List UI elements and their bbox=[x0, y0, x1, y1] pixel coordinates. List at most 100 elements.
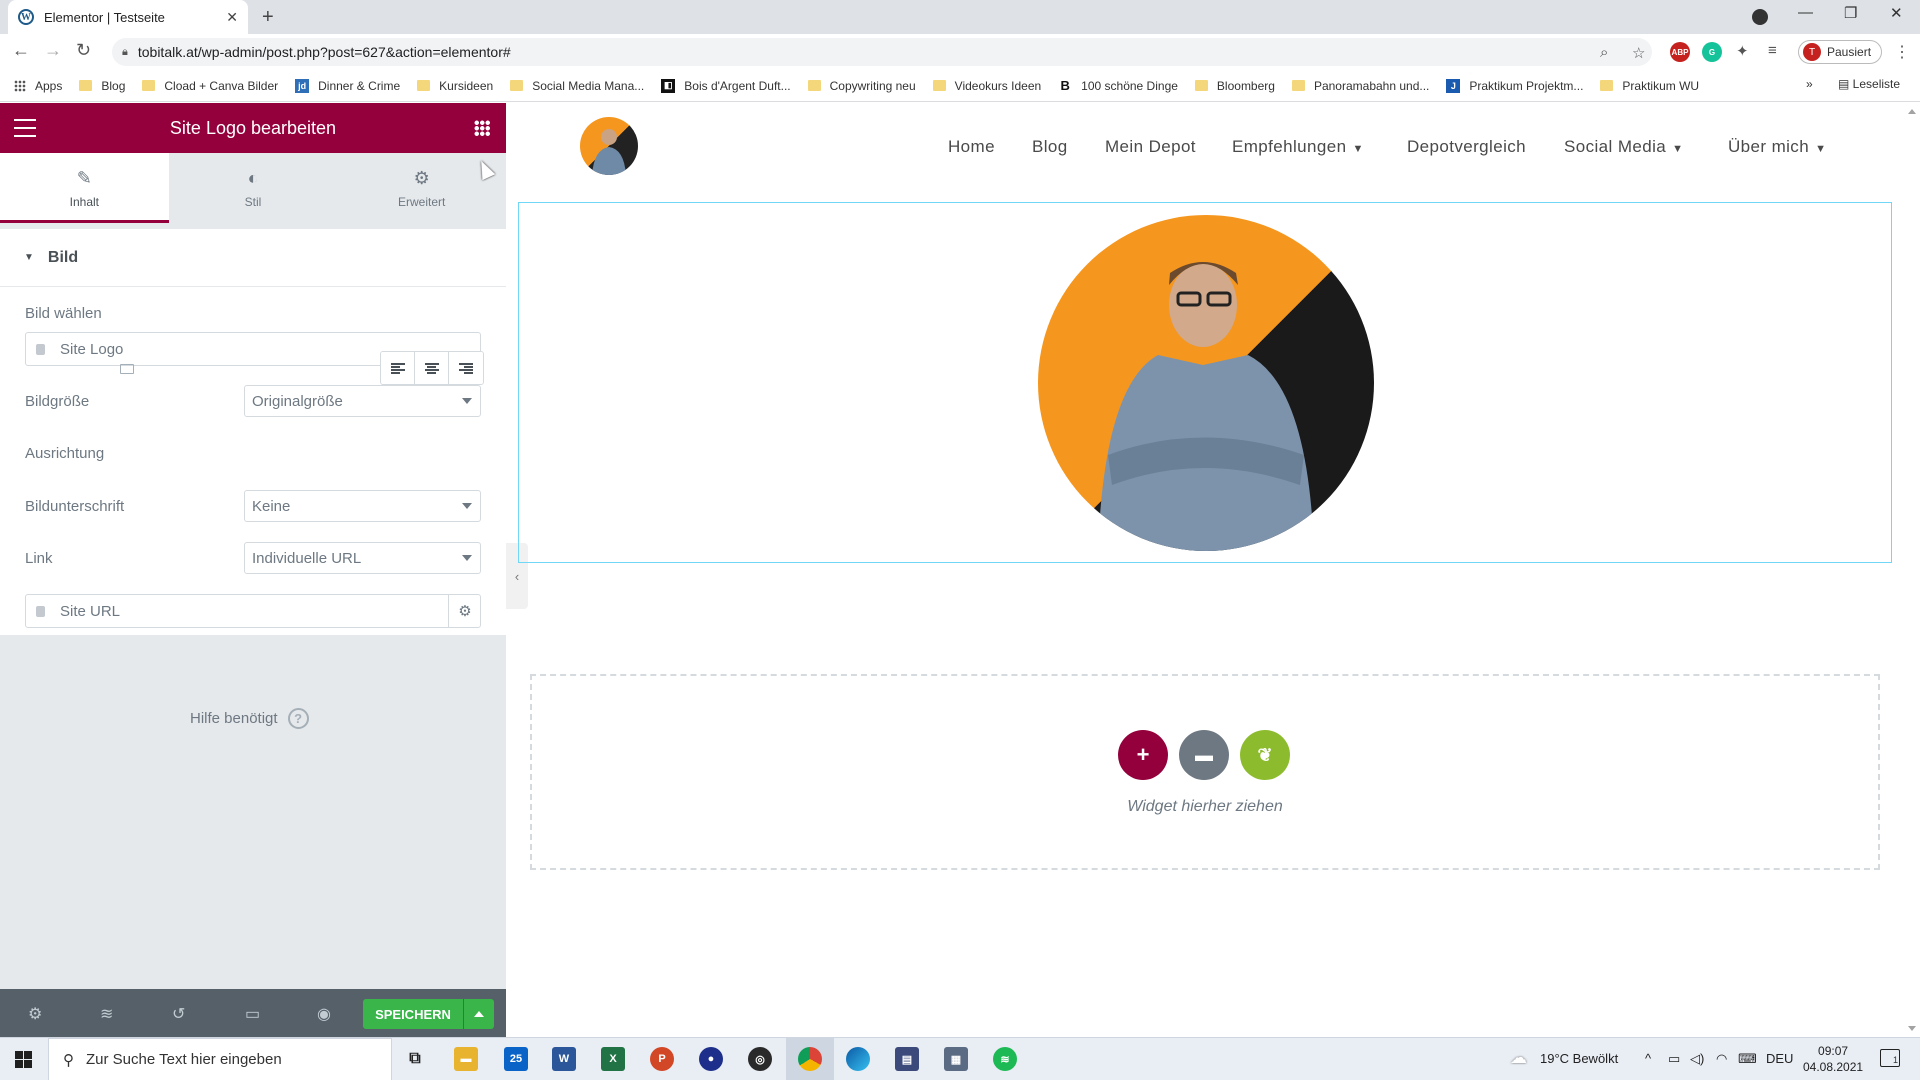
tab-inhalt[interactable]: ✎ Inhalt bbox=[0, 153, 169, 223]
align-center-button[interactable] bbox=[415, 352, 449, 384]
zoom-icon[interactable]: ⌕ bbox=[1600, 44, 1608, 61]
preview-scrollbar[interactable] bbox=[1903, 103, 1920, 1037]
bookmark-item[interactable]: Bloomberg bbox=[1194, 79, 1275, 93]
address-bar[interactable]: 🔒︎ tobitalk.at/wp-admin/post.php?post=62… bbox=[112, 38, 1652, 66]
nav-mein-depot[interactable]: Mein Depot bbox=[1105, 137, 1196, 157]
bookmark-item[interactable]: ◧ Bois d'Argent Duft... bbox=[661, 78, 791, 93]
nav-home[interactable]: Home bbox=[948, 137, 995, 157]
excel-icon[interactable]: X bbox=[601, 1047, 625, 1071]
close-window-button[interactable]: ✕ bbox=[1890, 4, 1903, 22]
bookmark-star-icon[interactable]: ☆ bbox=[1632, 44, 1645, 62]
bookmark-item[interactable]: Blog bbox=[79, 79, 125, 93]
history-icon[interactable]: ↺ bbox=[172, 1004, 185, 1024]
bookmark-item[interactable]: Videokurs Ideen bbox=[932, 79, 1041, 93]
new-tab-button[interactable]: + bbox=[262, 6, 274, 29]
scroll-down-icon[interactable] bbox=[1908, 1026, 1916, 1031]
image-size-select[interactable]: Originalgröße bbox=[244, 385, 481, 417]
navigator-layers-icon[interactable]: ≋ bbox=[100, 1004, 113, 1024]
wifi-icon[interactable]: ◠ bbox=[1716, 1051, 1727, 1067]
reading-list-button[interactable]: ▤ Leseliste bbox=[1838, 77, 1900, 91]
back-button[interactable]: ← bbox=[12, 40, 30, 61]
keyboard-icon[interactable]: ⌨ bbox=[1738, 1051, 1757, 1067]
bookmark-apps[interactable]: Apps bbox=[14, 79, 62, 93]
nav-empfehlungen[interactable]: Empfehlungen ▼ bbox=[1232, 137, 1364, 157]
envato-kit-button[interactable]: ❦ bbox=[1240, 730, 1290, 780]
powerpoint-icon[interactable]: P bbox=[650, 1047, 674, 1071]
lock-icon[interactable]: 🔒︎ bbox=[122, 46, 128, 59]
section-bild-toggle[interactable]: ▼ Bild bbox=[0, 229, 506, 287]
scroll-up-icon[interactable] bbox=[1908, 109, 1916, 114]
spotify-icon[interactable]: ≋ bbox=[993, 1047, 1017, 1071]
bookmark-item[interactable]: Cload + Canva Bilder bbox=[142, 79, 278, 93]
align-left-button[interactable] bbox=[381, 352, 415, 384]
cloud-weather-icon[interactable]: ☁ bbox=[1510, 1048, 1527, 1068]
add-section-button[interactable]: + bbox=[1118, 730, 1168, 780]
tab-stil[interactable]: ◐ Stil bbox=[168, 153, 338, 223]
bookmark-item[interactable]: Panoramabahn und... bbox=[1291, 79, 1429, 93]
save-options-button[interactable] bbox=[464, 999, 494, 1029]
clock[interactable]: 09:07 04.08.2021 bbox=[1803, 1043, 1863, 1075]
more-bookmarks-icon[interactable]: » bbox=[1806, 77, 1813, 91]
tab-search-icon[interactable] bbox=[1752, 9, 1768, 25]
bookmark-item[interactable]: Social Media Mana... bbox=[510, 79, 644, 93]
save-button[interactable]: SPEICHERN bbox=[363, 999, 463, 1029]
bookmark-item[interactable]: jd Dinner & Crime bbox=[295, 78, 400, 93]
app-orange-icon[interactable]: ● bbox=[699, 1047, 723, 1071]
nav-social-media[interactable]: Social Media ▼ bbox=[1564, 137, 1683, 157]
responsive-desktop-icon[interactable] bbox=[120, 364, 134, 374]
close-tab-icon[interactable]: ✕ bbox=[226, 9, 238, 26]
settings-icon[interactable]: ⚙ bbox=[28, 1004, 42, 1024]
weather-text[interactable]: 19°C Bewölkt bbox=[1540, 1051, 1618, 1066]
restore-button[interactable]: ❐ bbox=[1844, 4, 1857, 22]
language-indicator[interactable]: DEU bbox=[1766, 1051, 1793, 1066]
adblock-extension-icon[interactable]: ABP bbox=[1670, 42, 1690, 62]
responsive-mode-icon[interactable]: ▭ bbox=[245, 1004, 260, 1024]
notification-center-icon[interactable]: 1 bbox=[1880, 1049, 1900, 1067]
link-select[interactable]: Individuelle URL bbox=[244, 542, 481, 574]
app-blue-icon[interactable]: ▤ bbox=[895, 1047, 919, 1071]
media-control-icon[interactable]: ≡ bbox=[1768, 42, 1777, 59]
caption-select[interactable]: Keine bbox=[244, 490, 481, 522]
nav-blog[interactable]: Blog bbox=[1032, 137, 1068, 157]
windows-start-icon[interactable] bbox=[15, 1051, 32, 1068]
task-view-icon[interactable]: ⧉ bbox=[403, 1047, 427, 1071]
site-url-field[interactable]: Site URL bbox=[25, 594, 481, 628]
extensions-puzzle-icon[interactable]: ✦ bbox=[1736, 42, 1749, 60]
obs-icon[interactable]: ◎ bbox=[748, 1047, 772, 1071]
widgets-grid-icon[interactable] bbox=[474, 120, 490, 136]
notes-icon[interactable]: ▦ bbox=[944, 1047, 968, 1071]
profile-button[interactable]: T Pausiert bbox=[1798, 40, 1883, 64]
mail-icon[interactable]: 25 bbox=[504, 1047, 528, 1071]
bookmark-item[interactable]: Kursideen bbox=[417, 79, 493, 93]
volume-icon[interactable]: ◁) bbox=[1690, 1051, 1704, 1067]
chrome-icon[interactable] bbox=[798, 1047, 822, 1071]
site-logo-image[interactable] bbox=[1038, 215, 1374, 551]
align-right-button[interactable] bbox=[449, 352, 483, 384]
word-icon[interactable]: W bbox=[552, 1047, 576, 1071]
url-text[interactable]: tobitalk.at/wp-admin/post.php?post=627&a… bbox=[138, 44, 511, 60]
file-explorer-icon[interactable]: ▬ bbox=[454, 1047, 478, 1071]
bookmark-item[interactable]: Praktikum WU bbox=[1600, 79, 1699, 93]
grammarly-extension-icon[interactable]: G bbox=[1702, 42, 1722, 62]
help-link[interactable]: Hilfe benötigt ? bbox=[190, 708, 309, 729]
template-library-button[interactable]: ▬ bbox=[1179, 730, 1229, 780]
preview-eye-icon[interactable]: ◉ bbox=[317, 1004, 331, 1024]
reload-button[interactable]: ↻ bbox=[76, 40, 91, 61]
minimize-button[interactable]: — bbox=[1798, 4, 1813, 21]
bookmark-item[interactable]: Copywriting neu bbox=[807, 79, 916, 93]
edge-icon[interactable] bbox=[846, 1047, 870, 1071]
taskbar-search[interactable]: ⚲ Zur Suche Text hier eingeben bbox=[48, 1038, 392, 1080]
tray-device-icon[interactable]: ▭ bbox=[1668, 1051, 1680, 1067]
site-logo-header[interactable] bbox=[580, 117, 638, 175]
browser-menu-icon[interactable]: ⋮ bbox=[1894, 42, 1910, 62]
tray-chevron-up-icon[interactable]: ^ bbox=[1645, 1051, 1651, 1066]
nav-ueber-mich[interactable]: Über mich ▼ bbox=[1728, 137, 1826, 157]
browser-tab[interactable]: W Elementor | Testseite ✕ bbox=[8, 0, 248, 34]
hamburger-menu-icon[interactable] bbox=[14, 119, 36, 137]
forward-button[interactable]: → bbox=[44, 40, 62, 61]
link-options-gear-icon[interactable]: ⚙ bbox=[448, 594, 481, 628]
nav-depotvergleich[interactable]: Depotvergleich bbox=[1407, 137, 1526, 157]
bookmark-item[interactable]: B 100 schöne Dinge bbox=[1058, 78, 1177, 93]
empty-section-drop-zone[interactable]: + ▬ ❦ Widget hierher ziehen bbox=[530, 674, 1880, 870]
bookmark-item[interactable]: J Praktikum Projektm... bbox=[1446, 78, 1583, 93]
